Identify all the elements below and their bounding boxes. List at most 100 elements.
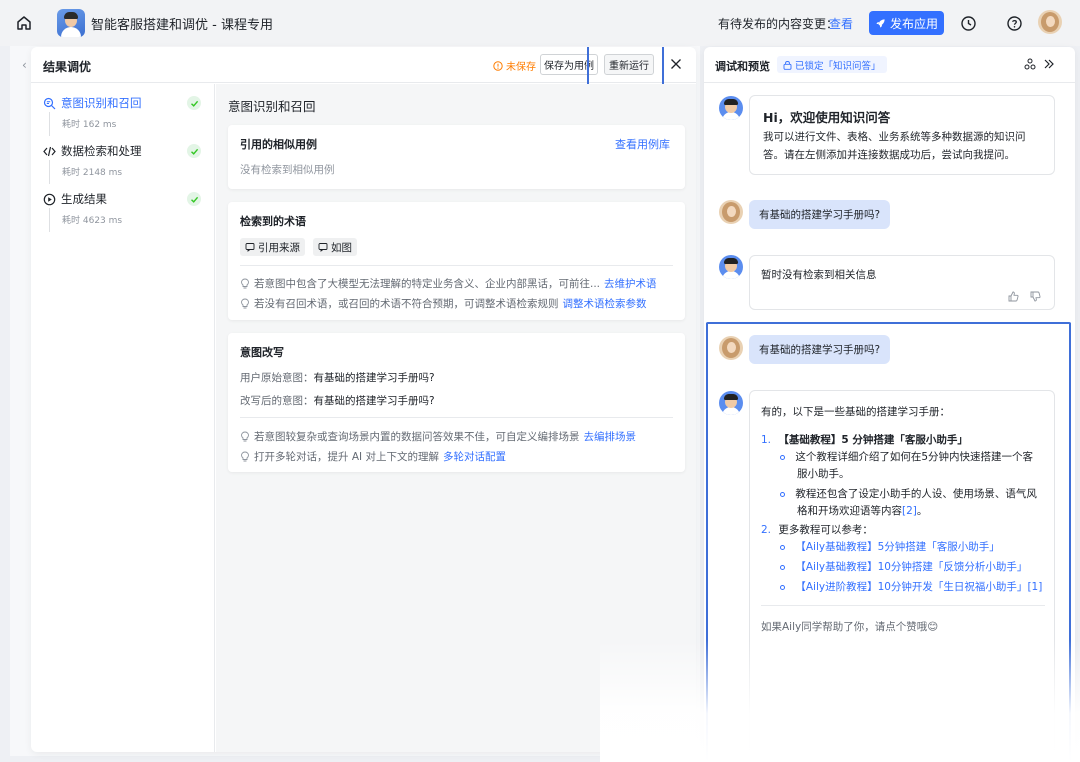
save-as-case-button[interactable]: 保存为用例: [540, 54, 598, 75]
tag-label: 引用来源: [258, 241, 300, 254]
maintain-terms-link[interactable]: 去维护术语: [604, 276, 657, 291]
bot-avatar: [719, 391, 743, 415]
rewrite-tip-1: 若意图较复杂或查询场景内置的数据问答效果不佳，可自定义编排场景 去编排场景: [240, 429, 636, 444]
orchestrate-scene-link[interactable]: 去编排场景: [584, 429, 637, 444]
step-label: 生成结果: [61, 192, 107, 206]
view-changes-link[interactable]: 查看: [829, 15, 853, 32]
step-connector: [49, 112, 50, 136]
check-icon: [187, 144, 201, 158]
citation-link[interactable]: [2]: [902, 505, 917, 517]
bullet: [780, 491, 785, 497]
check-icon: [187, 96, 201, 110]
top-bar: 智能客服搭建和调优 - 课程专用 有待发布的内容变更： 查看 发布应用: [0, 0, 1080, 46]
user-avatar[interactable]: [1038, 10, 1062, 34]
debug-preview-panel: 调试和预览 已锁定「知识问答」 Hi，欢迎使用知识问答 我可以进行文件、表格、业…: [704, 47, 1075, 762]
rewrite-tip-2: 打开多轮对话，提升 AI 对上下文的理解 多轮对话配置: [240, 449, 506, 464]
bulb-icon: [241, 298, 249, 309]
link-text[interactable]: 【Aily基础教程】5分钟搭建「客服小助手」: [795, 541, 999, 553]
bulb-icon: [241, 278, 249, 289]
sub-text: 。: [916, 505, 928, 517]
link-text[interactable]: 【Aily基础教程】10分钟搭建「反馈分析小助手」: [795, 561, 1027, 573]
help-icon[interactable]: [1004, 13, 1024, 33]
share-icon[interactable]: [1023, 57, 1037, 71]
result-panel-header: 结果调优 未保存 保存为用例 重新运行: [31, 47, 696, 88]
multi-turn-config-link[interactable]: 多轮对话配置: [443, 449, 506, 464]
unsaved-label: 未保存: [506, 62, 536, 73]
view-case-library-link[interactable]: 查看用例库: [615, 136, 670, 152]
terms-tip-2: 若没有召回术语，或召回的术语不符合预期，可调整术语检索规则 调整术语检索参数: [240, 296, 647, 311]
answer-item-2: 2. 更多教程可以参考：: [761, 522, 873, 537]
detail-title: 意图识别和召回: [228, 99, 316, 114]
card-title: 引用的相似用例: [240, 138, 317, 151]
chevron-left-icon[interactable]: ‹: [22, 58, 27, 72]
pending-changes-text: 有待发布的内容变更：: [718, 17, 839, 31]
result-panel-title: 结果调优: [43, 60, 92, 74]
double-chevron-right-icon[interactable]: [1042, 57, 1056, 71]
code-icon: [43, 146, 56, 157]
tip-text: 打开多轮对话，提升 AI 对上下文的理解: [254, 451, 439, 463]
warning-circle-icon: [493, 60, 503, 71]
step-label: 意图识别和召回: [61, 96, 142, 110]
card-title: 检索到的术语: [240, 215, 306, 228]
tip-text: 若意图中包含了大模型无法理解的特定业务含义、企业内部黑话，可前往...: [254, 278, 601, 290]
divider: [240, 417, 673, 418]
list-number: 2.: [761, 524, 772, 536]
answer-item-1: 1. 【基础教程】5 分钟搭建「客服小助手」: [761, 432, 968, 447]
intent-rewrite-card: 意图改写 用户原始意图：有基础的搭建学习手册吗? 改写后的意图：有基础的搭建学习…: [228, 333, 685, 472]
debug-panel-header: 调试和预览 已锁定「知识问答」: [704, 47, 1075, 83]
original-intent-key: 用户原始意图：: [240, 372, 314, 384]
bullet: [780, 584, 785, 590]
home-icon[interactable]: [14, 13, 34, 33]
tip-text: 若没有召回术语，或召回的术语不符合预期，可调整术语检索规则: [254, 298, 559, 310]
search-intent-icon: [43, 97, 56, 110]
user-message: 有基础的搭建学习手册吗?: [749, 200, 891, 229]
bot-answer-message: 有的，以下是一些基础的搭建学习手册： 1. 【基础教程】5 分钟搭建「客服小助手…: [749, 390, 1055, 762]
quote-icon: [245, 243, 255, 252]
step-connector: [49, 208, 50, 232]
answer-intro: 有的，以下是一些基础的搭建学习手册：: [761, 406, 950, 418]
bullet: [780, 454, 785, 460]
quote-icon: [318, 243, 328, 252]
item-2-title: 更多教程可以参考：: [778, 524, 873, 536]
adjust-term-params-link[interactable]: 调整术语检索参数: [563, 296, 647, 311]
step-detail: 意图识别和召回 引用的相似用例 查看用例库 没有检索到相似用例 检索到的术语 引…: [216, 84, 696, 752]
citation-link[interactable]: [1]: [1027, 581, 1042, 593]
thumb-down-icon[interactable]: [1030, 291, 1042, 303]
divider: [240, 265, 673, 266]
term-tag-figure[interactable]: 如图: [313, 238, 357, 256]
bot-message: 暂时没有检索到相关信息: [749, 255, 1055, 310]
sub-text: 格和开场欢迎语等内容: [797, 505, 902, 517]
tutorial-link-1[interactable]: 【Aily基础教程】5分钟搭建「客服小助手」: [780, 539, 1000, 554]
rocket-icon: [876, 18, 885, 28]
bot-avatar: [719, 96, 743, 120]
step-connector: [49, 160, 50, 184]
similar-cases-card: 引用的相似用例 查看用例库 没有检索到相似用例: [228, 125, 685, 189]
debug-panel-title: 调试和预览: [715, 60, 770, 73]
tutorial-link-2[interactable]: 【Aily基础教程】10分钟搭建「反馈分析小助手」: [780, 559, 1027, 574]
locked-badge: 已锁定「知识问答」: [777, 56, 887, 73]
original-intent-value: 有基础的搭建学习手册吗?: [313, 372, 435, 384]
answer-outro: 如果Aily同学帮助了你，请点个赞哦😊: [761, 621, 939, 633]
sub-text: 这个教程详细介绍了如何在5分钟内快速搭建一个客: [795, 451, 1034, 463]
item-1-sub-1: 这个教程详细介绍了如何在5分钟内快速搭建一个客: [780, 449, 1033, 464]
step-time: 耗时 4623 ms: [62, 216, 123, 226]
sub-text: 教程还包含了设定小助手的人设、使用场景、语气风: [795, 488, 1037, 500]
publish-label: 发布应用: [889, 16, 938, 31]
bulb-icon: [241, 451, 249, 462]
term-tag-citation[interactable]: 引用来源: [240, 238, 305, 256]
similar-cases-empty: 没有检索到相似用例: [240, 164, 335, 176]
close-icon[interactable]: [668, 56, 684, 72]
history-icon[interactable]: [958, 13, 978, 33]
locked-label: 已锁定「知识问答」: [795, 60, 881, 72]
rerun-button[interactable]: 重新运行: [604, 54, 654, 75]
bullet: [780, 564, 785, 570]
thumb-up-icon[interactable]: [1008, 291, 1020, 303]
tutorial-link-3[interactable]: 【Aily进阶教程】10分钟开发「生日祝福小助手」[1]: [780, 579, 1042, 594]
publish-app-button[interactable]: 发布应用: [869, 11, 944, 35]
item-1-sub-2: 教程还包含了设定小助手的人设、使用场景、语气风: [780, 486, 1037, 501]
bot-avatar: [719, 255, 743, 279]
link-text[interactable]: 【Aily进阶教程】10分钟开发「生日祝福小助手」: [795, 581, 1027, 593]
app-avatar: [57, 9, 85, 37]
user-avatar: [719, 200, 743, 224]
rewritten-intent-value: 有基础的搭建学习手册吗?: [313, 395, 435, 407]
